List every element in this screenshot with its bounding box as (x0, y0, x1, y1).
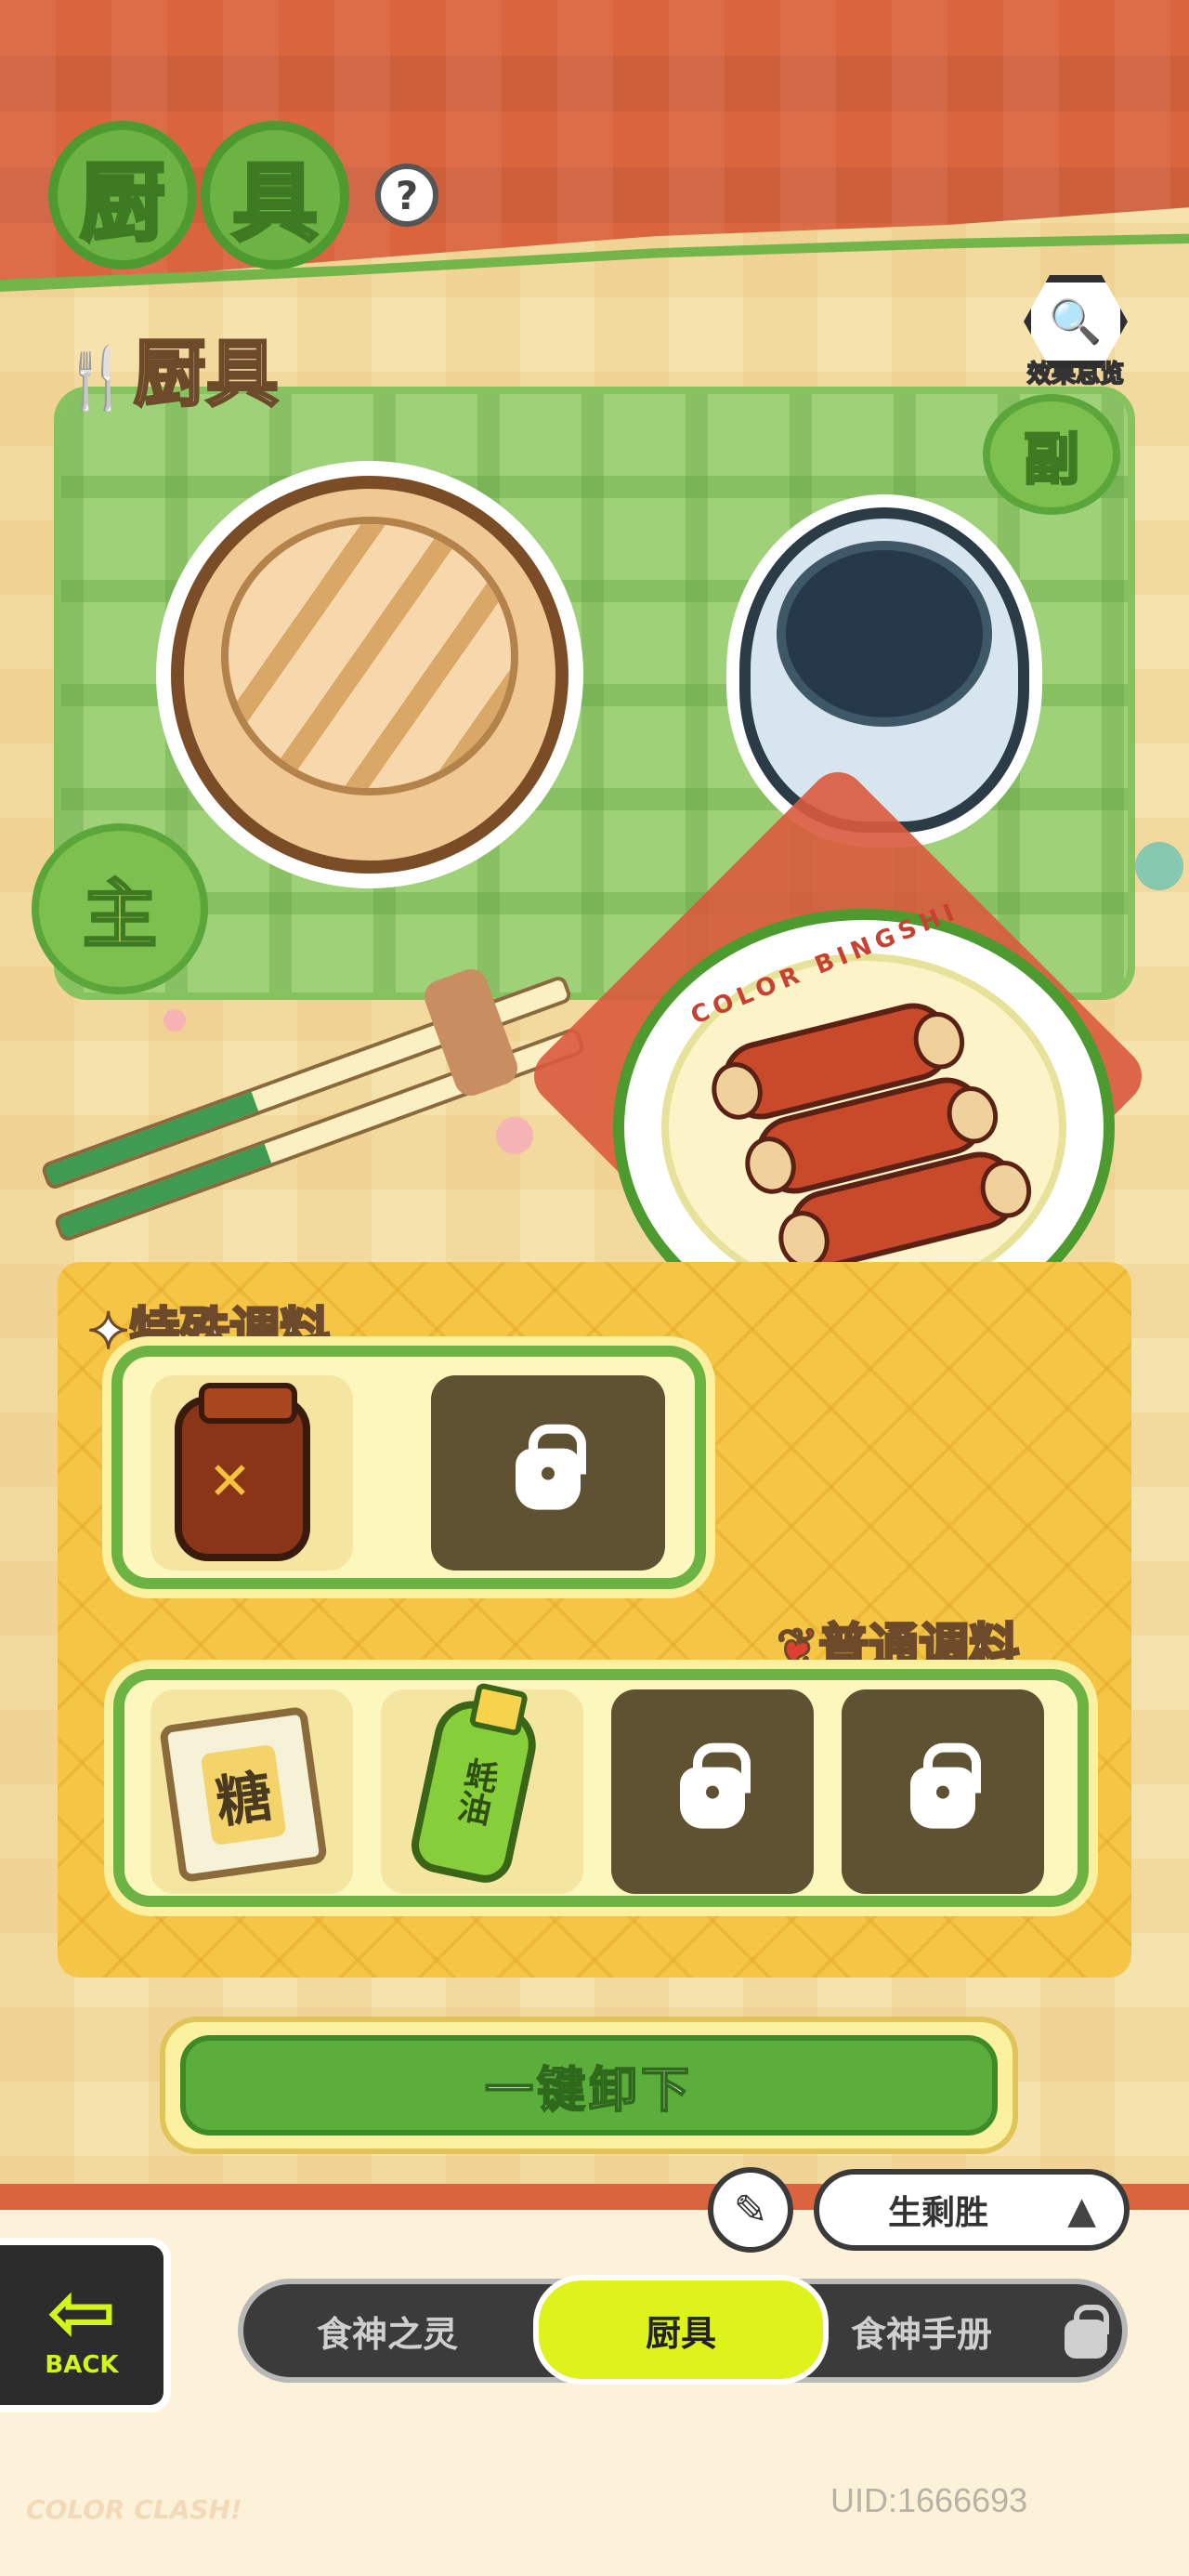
mode-selector[interactable]: 生剩胜 ▲ (814, 2169, 1130, 2251)
decor-dot (1135, 842, 1183, 890)
tab-handbook[interactable]: 食神手册 (832, 2284, 1122, 2377)
sugar-bag-icon: 糖 (158, 1705, 329, 1884)
sparkle-icon: ✦ (85, 1301, 130, 1362)
lock-icon (1065, 2305, 1109, 2359)
pot-icon (739, 507, 1029, 833)
lock-icon (910, 1742, 981, 1829)
tab-spirit[interactable]: 食神之灵 (243, 2284, 531, 2377)
back-button[interactable]: ⇦ BACK (0, 2238, 171, 2412)
game-logo: COLOR CLASH! (26, 2494, 242, 2525)
cookware-section-title: 🍴厨具 (59, 332, 281, 418)
chili-icon: ❦ (775, 1617, 819, 1678)
title-char-1: 厨 (48, 121, 197, 269)
normal-seasoning-tray: 糖 蚝油 (113, 1669, 1089, 1907)
uid-text: UID:1666693 (830, 2481, 1028, 2519)
utensils-icon: 🍴 (59, 344, 136, 415)
question-icon: ? (395, 172, 419, 218)
unload-all-button[interactable]: 一键卸下 (160, 2017, 1018, 2154)
special-slot-1[interactable]: ✕ (150, 1375, 353, 1571)
normal-slot-1[interactable]: 糖 (150, 1689, 353, 1894)
secondary-badge: 副 (983, 394, 1120, 515)
document-search-icon: 🔍 (1024, 275, 1128, 368)
chevron-up-icon: ▲ (1067, 2189, 1096, 2232)
lock-icon (680, 1742, 751, 1829)
title-char-2: 具 (201, 121, 349, 269)
bottom-tab-bar: 食神之灵 厨具 食神手册 (238, 2275, 1128, 2385)
normal-slot-4[interactable] (842, 1689, 1044, 1894)
edit-button[interactable]: ✎ (708, 2167, 793, 2253)
help-button[interactable]: ? (375, 164, 438, 227)
tab-cookware[interactable]: 厨具 (533, 2275, 829, 2385)
decor-dot (496, 1117, 533, 1154)
oyster-sauce-bottle-icon: 蚝油 (406, 1693, 543, 1888)
special-seasoning-tray: ✕ (111, 1346, 706, 1589)
steamer-icon (171, 476, 568, 874)
effect-overview-button[interactable]: 🔍 效果总览 (1020, 275, 1131, 390)
sauce-jar-icon: ✕ (175, 1383, 310, 1561)
normal-slot-2[interactable]: 蚝油 (381, 1689, 583, 1894)
special-slot-2[interactable] (431, 1375, 665, 1571)
back-arrow-icon: ⇦ (46, 2264, 117, 2361)
main-badge: 主 (32, 823, 208, 994)
pencil-icon: ✎ (733, 2186, 768, 2234)
mode-label: 生剩胜 (888, 2194, 989, 2232)
normal-slot-3[interactable] (611, 1689, 814, 1894)
lock-icon (516, 1424, 586, 1510)
decor-dot (163, 1009, 186, 1032)
